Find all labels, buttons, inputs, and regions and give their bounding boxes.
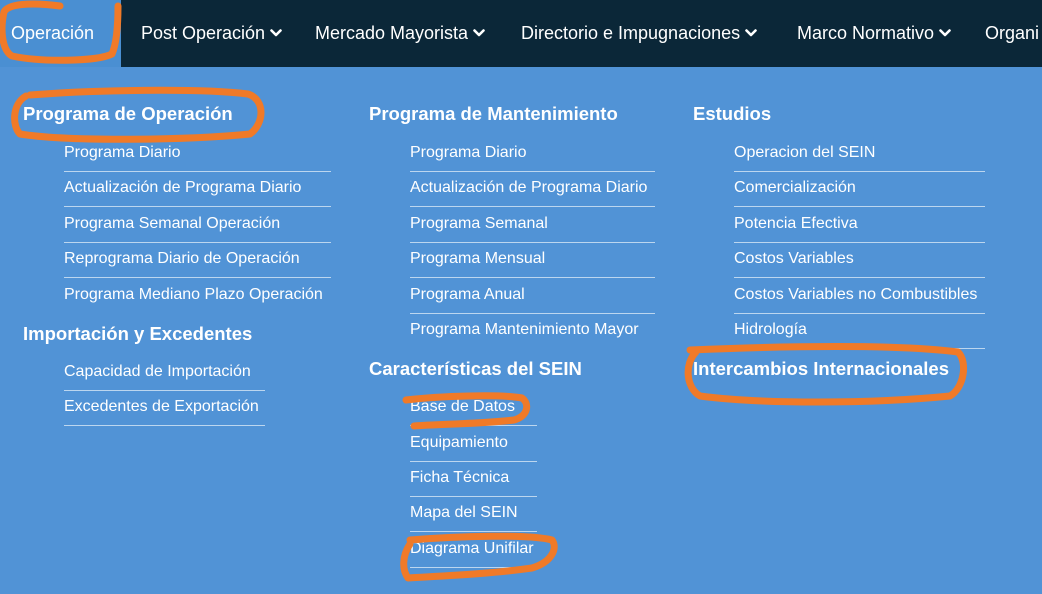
link-label: Programa Mensual <box>410 250 546 267</box>
link-diagrama-unifilar[interactable]: Diagrama Unifilar <box>410 532 537 568</box>
nav-item-post-operacion[interactable]: Post Operación <box>141 0 282 67</box>
link-costos-variables[interactable]: Costos Variables <box>734 242 985 278</box>
link-label: Programa Mantenimiento Mayor <box>410 321 639 338</box>
link-mant-programa-mantenimiento-mayor[interactable]: Programa Mantenimiento Mayor <box>410 313 655 348</box>
link-actualizacion-programa-diario[interactable]: Actualización de Programa Diario <box>64 171 331 207</box>
nav-item-directorio-impugnaciones[interactable]: Directorio e Impugnaciones <box>521 0 757 67</box>
nav-item-marco-normativo[interactable]: Marco Normativo <box>797 0 951 67</box>
link-label: Operacion del SEIN <box>734 144 876 161</box>
chevron-down-icon <box>745 29 757 37</box>
link-label: Comercialización <box>734 179 856 196</box>
link-excedentes-exportacion[interactable]: Excedentes de Exportación <box>64 390 265 426</box>
section-heading-programa-mantenimiento: Programa de Mantenimiento <box>369 103 618 124</box>
link-label: Excedentes de Exportación <box>64 398 259 415</box>
section-heading-caracteristicas-sein: Características del SEIN <box>369 358 582 379</box>
chevron-down-icon <box>939 29 951 37</box>
nav-item-operacion[interactable]: Operación <box>0 0 121 67</box>
link-label: Capacidad de Importación <box>64 363 251 380</box>
link-label: Equipamiento <box>410 434 508 451</box>
nav-item-organi[interactable]: Organi <box>985 0 1042 67</box>
chevron-down-icon <box>473 29 485 37</box>
link-programa-diario[interactable]: Programa Diario <box>64 136 331 172</box>
link-mant-programa-anual[interactable]: Programa Anual <box>410 278 655 314</box>
section-heading-programa-operacion: Programa de Operación <box>23 103 233 124</box>
section-heading-importacion-excedentes: Importación y Excedentes <box>23 323 253 344</box>
link-label: Potencia Efectiva <box>734 215 858 232</box>
link-label: Diagrama Unifilar <box>410 540 534 557</box>
link-operacion-del-sein[interactable]: Operacion del SEIN <box>734 136 985 172</box>
link-reprograma-diario-operacion[interactable]: Reprograma Diario de Operación <box>64 242 331 278</box>
nav-item-label: Marco Normativo <box>797 23 935 43</box>
link-label: Base de Datos <box>410 398 515 415</box>
link-mant-programa-mensual[interactable]: Programa Mensual <box>410 242 655 278</box>
nav-item-label: Operación <box>11 23 95 43</box>
link-hidrologia[interactable]: Hidrología <box>734 313 985 349</box>
link-label: Costos Variables <box>734 250 854 267</box>
nav-item-label: Post Operación <box>141 23 266 43</box>
section-heading-estudios: Estudios <box>693 103 772 124</box>
link-label: Ficha Técnica <box>410 469 510 486</box>
link-label: Actualización de Programa Diario <box>64 179 302 196</box>
link-mant-programa-diario[interactable]: Programa Diario <box>410 136 655 172</box>
link-label: Programa Mediano Plazo Operación <box>64 286 323 303</box>
link-label: Costos Variables no Combustibles <box>734 286 978 303</box>
link-programa-mediano-plazo[interactable]: Programa Mediano Plazo Operación <box>64 278 331 313</box>
link-costos-variables-no-combustibles[interactable]: Costos Variables no Combustibles <box>734 278 985 314</box>
link-label: Programa Diario <box>410 144 527 161</box>
link-label: Programa Semanal <box>410 215 548 232</box>
link-label: Programa Anual <box>410 286 525 303</box>
nav-item-label: Mercado Mayorista <box>315 23 469 43</box>
nav-item-mercado-mayorista[interactable]: Mercado Mayorista <box>315 0 485 67</box>
link-label: Programa Semanal Operación <box>64 215 281 232</box>
link-label: Reprograma Diario de Operación <box>64 250 300 267</box>
link-mant-actualizacion-programa-diario[interactable]: Actualización de Programa Diario <box>410 171 655 207</box>
chevron-down-icon <box>270 29 282 37</box>
link-label: Actualización de Programa Diario <box>410 179 648 196</box>
link-mant-programa-semanal[interactable]: Programa Semanal <box>410 207 655 243</box>
top-navigation-bar: Operación Post Operación Mercado Mayoris… <box>0 0 1042 67</box>
link-ficha-tecnica[interactable]: Ficha Técnica <box>410 461 537 497</box>
link-potencia-efectiva[interactable]: Potencia Efectiva <box>734 207 985 243</box>
link-comercializacion[interactable]: Comercialización <box>734 171 985 207</box>
link-equipamiento[interactable]: Equipamiento <box>410 426 537 462</box>
link-capacidad-importacion[interactable]: Capacidad de Importación <box>64 355 265 391</box>
link-label: Hidrología <box>734 321 807 338</box>
section-heading-intercambios-internacionales[interactable]: Intercambios Internacionales <box>693 358 949 380</box>
nav-item-label: Directorio e Impugnaciones <box>521 23 741 43</box>
link-mapa-del-sein[interactable]: Mapa del SEIN <box>410 496 537 532</box>
link-base-de-datos[interactable]: Base de Datos <box>410 390 537 426</box>
link-label: Programa Diario <box>64 144 181 161</box>
link-label: Mapa del SEIN <box>410 504 518 521</box>
link-programa-semanal-operacion[interactable]: Programa Semanal Operación <box>64 207 331 243</box>
nav-item-label: Organi <box>985 23 1040 43</box>
